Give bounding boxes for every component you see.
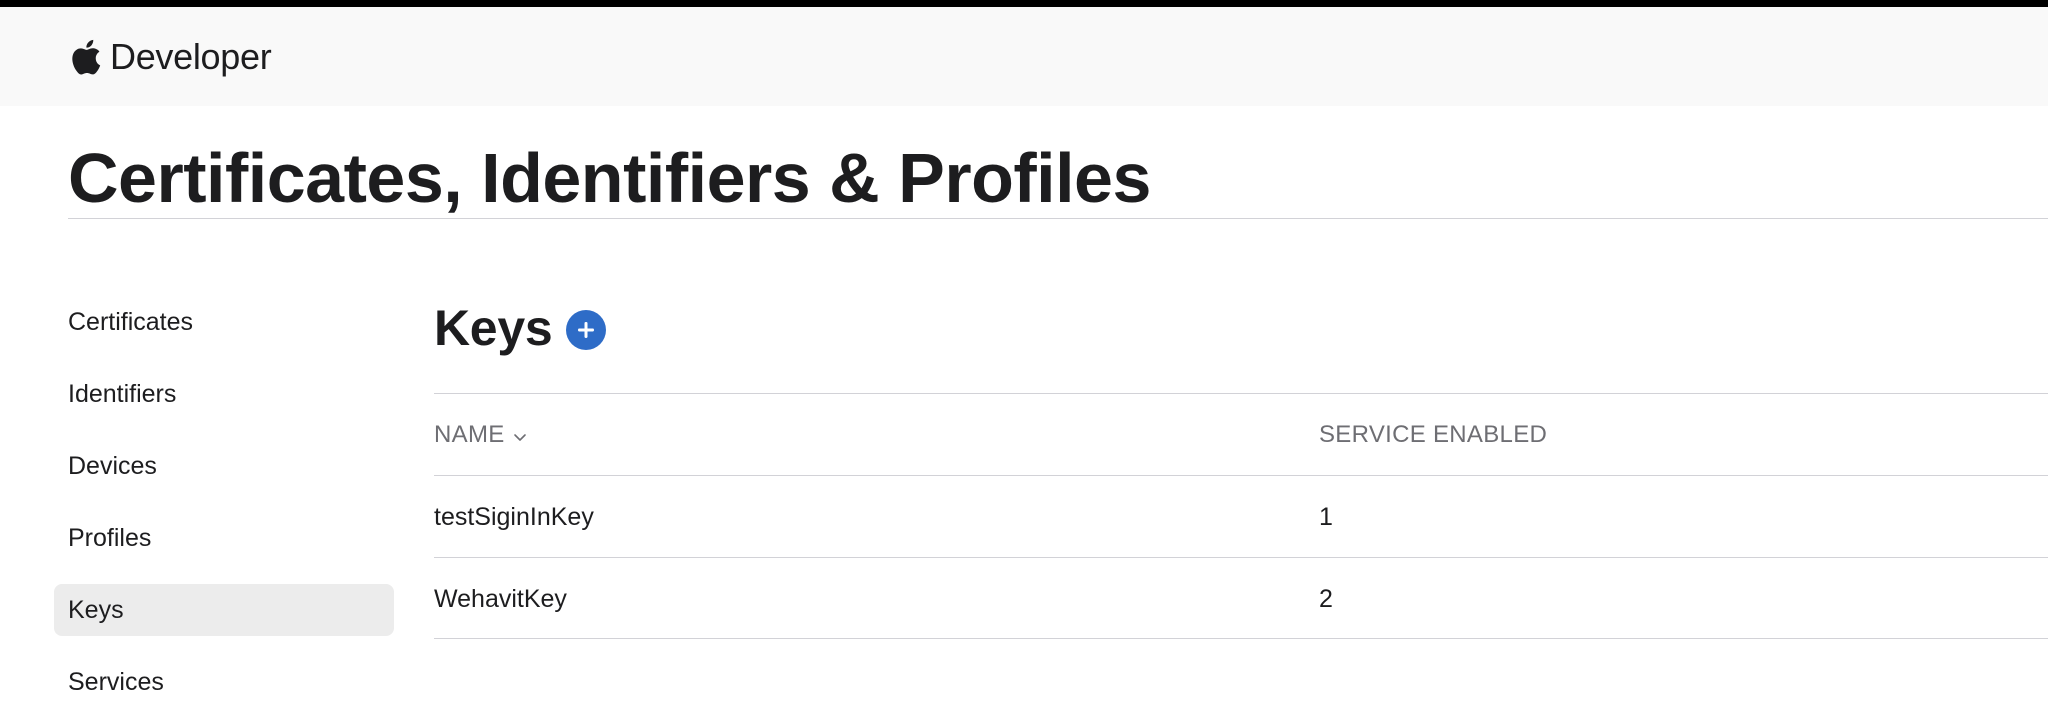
sidebar-nav: Certificates Identifiers Devices Profile… [54, 296, 394, 728]
services-enabled-count: 2 [1319, 584, 1333, 613]
services-enabled-cell: 1 [1319, 476, 1333, 558]
column-header-label: SERVICE ENABLED [1319, 421, 1548, 448]
sidebar-item-services[interactable]: Services [54, 656, 394, 708]
page-title: Certificates, Identifiers & Profiles [68, 139, 1151, 217]
sidebar-item-label: Identifiers [68, 379, 177, 408]
main-content: Keys NAME SERVICE ENABLED testSiginInKey… [434, 292, 2048, 639]
sidebar-item-devices[interactable]: Devices [54, 440, 394, 492]
table-row[interactable]: testSiginInKey 1 [434, 475, 2048, 557]
brand-label: Developer [110, 36, 272, 77]
top-black-bar [0, 0, 2048, 7]
keys-table: NAME SERVICE ENABLED testSiginInKey 1 We… [434, 393, 2048, 639]
services-enabled-count: 1 [1319, 502, 1333, 531]
sidebar-item-label: Services [68, 667, 164, 696]
key-name-cell: testSiginInKey [434, 476, 594, 558]
service-enabled-column-header: SERVICE ENABLED [1319, 394, 1547, 476]
sidebar-item-label: Profiles [68, 523, 152, 552]
table-header-row: NAME SERVICE ENABLED [434, 393, 2048, 475]
sidebar-item-identifiers[interactable]: Identifiers [54, 368, 394, 420]
column-header-label: NAME [434, 421, 505, 448]
sidebar-item-label: Keys [68, 595, 124, 624]
sidebar-item-label: Certificates [68, 307, 194, 336]
services-enabled-cell: 2 [1319, 558, 1333, 640]
key-name-cell: WehavitKey [434, 558, 567, 640]
sidebar-item-keys[interactable]: Keys [54, 584, 394, 636]
key-name: testSiginInKey [434, 502, 594, 531]
name-column-header[interactable]: NAME [434, 394, 527, 476]
apple-logo-icon [68, 38, 102, 76]
sidebar-item-certificates[interactable]: Certificates [54, 296, 394, 348]
section-title: Keys [434, 300, 553, 356]
plus-circle-icon [575, 319, 597, 341]
add-key-button[interactable] [566, 310, 607, 350]
chevron-down-icon [513, 432, 527, 442]
key-name: WehavitKey [434, 584, 567, 613]
sidebar-item-label: Devices [68, 451, 157, 480]
table-row[interactable]: WehavitKey 2 [434, 557, 2048, 639]
title-divider [68, 218, 2048, 219]
sidebar-item-profiles[interactable]: Profiles [54, 512, 394, 564]
section-header: Keys [434, 292, 2048, 364]
developer-home-link[interactable]: Developer [68, 31, 272, 83]
global-nav: Developer [0, 7, 2048, 106]
